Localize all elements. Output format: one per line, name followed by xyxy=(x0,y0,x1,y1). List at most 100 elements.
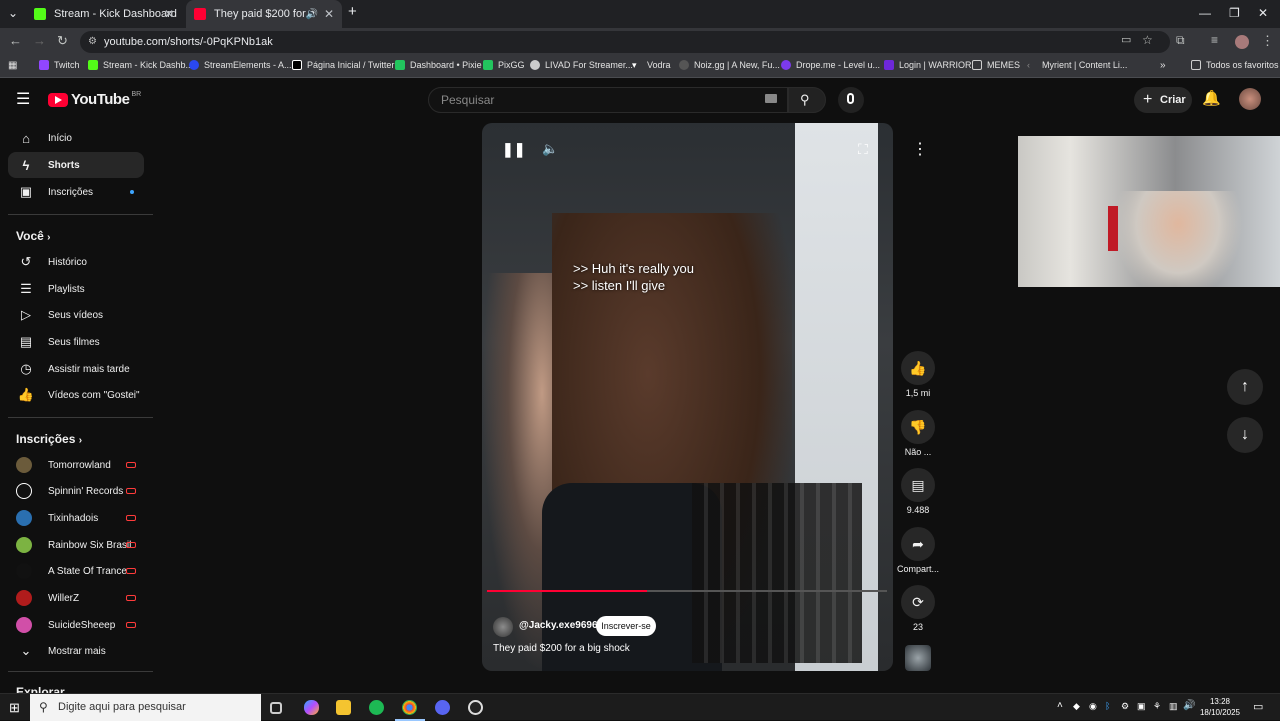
bookmark-pixgg[interactable]: PixGG xyxy=(483,60,525,70)
subscription-item[interactable]: WillerZ xyxy=(8,585,144,611)
windows-start-icon[interactable]: ⊞ xyxy=(9,700,20,716)
cast-icon[interactable]: ▭ xyxy=(1121,33,1131,46)
spotify-icon[interactable] xyxy=(369,700,384,715)
reload-icon[interactable]: ↻ xyxy=(57,33,68,49)
bookmark-vodra[interactable]: ▾ Vodra xyxy=(632,60,671,70)
minimize-icon[interactable]: — xyxy=(1199,6,1211,20)
notification-center-icon[interactable]: ▭ xyxy=(1253,700,1263,713)
bookmark-streamelements[interactable]: StreamElements - A... xyxy=(189,60,292,70)
share-button[interactable]: ➦ xyxy=(901,527,935,561)
network-icon[interactable]: ▥ xyxy=(1169,701,1178,712)
fullscreen-icon[interactable]: ⛶ xyxy=(858,141,868,158)
site-info-icon[interactable]: ⚙ xyxy=(88,31,97,53)
tray-app-icon[interactable]: ▣ xyxy=(1137,701,1146,712)
audio-thumbnail[interactable] xyxy=(905,645,931,671)
hamburger-menu-icon[interactable]: ☰ xyxy=(16,89,30,109)
bookmark-pixie[interactable]: Dashboard • Pixie xyxy=(395,60,482,70)
subscription-item[interactable]: Tixinhadois xyxy=(8,505,144,531)
bluetooth-icon[interactable]: ᛒ xyxy=(1105,701,1110,711)
sidebar-item-your-videos[interactable]: ▷ Seus vídeos xyxy=(8,302,144,328)
youtube-logo[interactable]: YouTube BR xyxy=(48,91,141,108)
show-hidden-icons[interactable]: ˄ xyxy=(1057,700,1063,711)
sidebar-item-home[interactable]: ⌂ Início xyxy=(8,125,144,151)
chrome-icon[interactable] xyxy=(402,700,417,715)
bookmark-drope[interactable]: Drope.me - Level u... xyxy=(781,60,880,70)
like-button[interactable]: 👍 xyxy=(901,351,935,385)
tab-search-icon[interactable]: ⌄ xyxy=(8,6,18,20)
keyboard-icon[interactable] xyxy=(765,94,777,103)
next-short-button[interactable]: ↓ xyxy=(1227,417,1263,453)
subscription-item[interactable]: Spinnin' Records xyxy=(8,478,144,504)
restore-icon[interactable]: ❐ xyxy=(1229,6,1240,20)
copilot-icon[interactable] xyxy=(304,700,319,715)
task-view-icon[interactable] xyxy=(270,702,282,714)
tray-app-icon[interactable]: ⚙ xyxy=(1121,701,1129,712)
bookmark-warrior[interactable]: Login | WARRIOR xyxy=(884,60,972,70)
media-control-icon[interactable]: ≡ xyxy=(1211,33,1218,47)
tray-app-icon[interactable]: ◆ xyxy=(1073,701,1080,712)
profile-avatar[interactable] xyxy=(1235,35,1249,49)
search-button[interactable]: ⚲ xyxy=(788,87,826,113)
bookmark-twitch[interactable]: Twitch xyxy=(39,60,80,70)
sidebar-item-playlists[interactable]: ☰ Playlists xyxy=(8,276,144,302)
back-icon[interactable]: ← xyxy=(9,33,22,48)
tab-kick-dashboard[interactable]: Stream - Kick Dashboard ✕ xyxy=(26,0,182,28)
speaker-icon[interactable]: 🔊 xyxy=(306,9,318,20)
discord-tray-icon[interactable]: ◉ xyxy=(1089,701,1097,712)
volume-tray-icon[interactable]: 🔊 xyxy=(1183,700,1195,711)
channel-avatar[interactable] xyxy=(493,617,513,637)
dislike-button[interactable]: 👎 xyxy=(901,410,935,444)
create-button[interactable]: + Criar xyxy=(1134,87,1192,113)
subscription-item[interactable]: A State Of Trance xyxy=(8,558,144,584)
close-tab-icon[interactable]: ✕ xyxy=(164,7,174,21)
search-input[interactable]: Pesquisar xyxy=(428,87,788,113)
sidebar-item-liked-videos[interactable]: 👍 Vídeos com "Gostei" xyxy=(8,382,144,408)
comments-button[interactable]: ▤ xyxy=(901,468,935,502)
volume-icon[interactable]: 🔈 xyxy=(542,141,558,157)
browser-menu-icon[interactable]: ⋮ xyxy=(1261,33,1274,49)
new-tab-icon[interactable]: + xyxy=(348,3,357,20)
extensions-icon[interactable]: ⧉ xyxy=(1176,33,1185,48)
bookmark-noiz[interactable]: Noiz.gg | A New, Fu... xyxy=(679,60,780,70)
bookmark-livad[interactable]: LIVAD For Streamer... xyxy=(530,60,633,70)
bookmark-myrient[interactable]: ‹ Myrient | Content Li... xyxy=(1027,60,1127,70)
more-options-icon[interactable]: ⋮ xyxy=(912,139,928,159)
sidebar-item-subscriptions[interactable]: ▣ Inscrições xyxy=(8,179,144,205)
discord-icon[interactable] xyxy=(435,700,450,715)
file-explorer-icon[interactable] xyxy=(336,700,351,715)
bookmark-all-favorites[interactable]: Todos os favoritos xyxy=(1191,60,1279,70)
microphone-tray-icon[interactable]: ⚘ xyxy=(1153,701,1161,712)
apps-icon[interactable]: ▦ xyxy=(8,60,17,71)
system-clock[interactable]: 13:28 18/10/2025 xyxy=(1196,696,1244,718)
subscription-item[interactable]: SuicideSheeep xyxy=(8,612,144,638)
forward-icon[interactable]: → xyxy=(33,33,46,48)
subscription-item[interactable]: Rainbow Six Brasil xyxy=(8,532,144,558)
you-section-header[interactable]: Você › xyxy=(16,229,50,243)
show-more-button[interactable]: ⌄ Mostrar mais xyxy=(8,638,144,664)
taskbar-search-input[interactable]: ⚲ Digite aqui para pesquisar xyxy=(30,694,261,721)
bookmark-kick[interactable]: Stream - Kick Dashb... xyxy=(88,60,193,70)
close-window-icon[interactable]: ✕ xyxy=(1258,6,1268,20)
bookmark-star-icon[interactable]: ☆ xyxy=(1142,33,1153,47)
sidebar-item-watch-later[interactable]: ◷ Assistir mais tarde xyxy=(8,356,144,382)
pause-icon[interactable]: ❚❚ xyxy=(502,141,525,158)
subscribe-button[interactable]: Inscrever-se xyxy=(596,616,656,636)
short-title[interactable]: They paid $200 for a big shock xyxy=(493,643,630,654)
sidebar-item-shorts[interactable]: ϟ Shorts xyxy=(8,152,144,178)
channel-handle[interactable]: @Jacky.exe9696 xyxy=(519,620,598,631)
bookmark-twitter[interactable]: Página Inicial / Twitter xyxy=(292,60,394,70)
url-field[interactable]: ⚙ youtube.com/shorts/-0PqKPNb1ak xyxy=(80,31,1170,53)
obs-icon[interactable] xyxy=(468,700,483,715)
short-video-player[interactable]: ❚❚ 🔈 ⛶ xyxy=(482,123,893,671)
bookmark-folder-memes[interactable]: MEMES xyxy=(972,60,1020,70)
remix-button[interactable]: ⟳ xyxy=(901,585,935,619)
subscription-item[interactable]: Tomorrowland xyxy=(8,452,144,478)
subscriptions-section-header[interactable]: Inscrições › xyxy=(16,432,82,446)
account-avatar[interactable] xyxy=(1239,88,1261,110)
voice-search-button[interactable] xyxy=(838,87,864,113)
progress-bar[interactable] xyxy=(487,590,647,592)
close-tab-icon[interactable]: ✕ xyxy=(324,7,334,21)
previous-short-button[interactable]: ↑ xyxy=(1227,369,1263,405)
more-bookmarks-icon[interactable]: » xyxy=(1160,60,1166,71)
notifications-bell-icon[interactable]: 🔔 xyxy=(1202,89,1221,107)
